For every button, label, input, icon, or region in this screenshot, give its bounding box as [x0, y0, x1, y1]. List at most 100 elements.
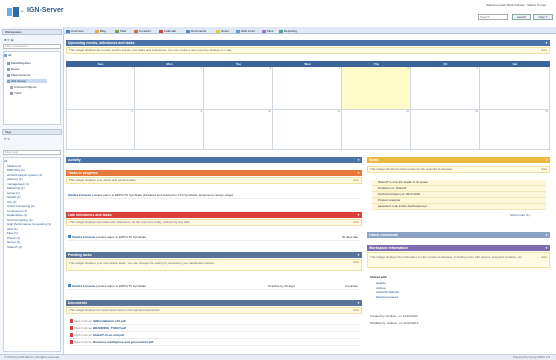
footer: © 2013 by IGN-Server. All rights reserve… — [0, 354, 556, 360]
calendar-widget-header[interactable]: Upcoming events, milestones and tasks ▼ — [66, 40, 550, 46]
tags-panel-title[interactable]: Tags — [2, 129, 62, 135]
pending-tasks-header[interactable]: Pending tasks ▼ — [66, 252, 362, 258]
tab-notes[interactable]: Notes — [216, 28, 229, 34]
tab-web-links[interactable]: Web Links — [236, 28, 255, 34]
tags-toolbar[interactable]: ⟳ ✎ — [4, 137, 10, 141]
tab-contacts[interactable]: Contacts — [134, 28, 151, 34]
task-icon — [68, 235, 71, 238]
workspace-info-header[interactable]: Workspace information ▼ — [367, 245, 550, 251]
calendar-day-cell[interactable]: 12 — [342, 110, 411, 150]
collapse-icon[interactable]: ▼ — [357, 212, 360, 218]
user-greeting[interactable]: Welcome back Mark Fullman · Mark's Corne… — [486, 3, 548, 7]
collapse-icon[interactable]: ▼ — [357, 252, 360, 258]
task-icon — [115, 29, 119, 33]
workspace-item[interactable]: Mark/MegaNet — [7, 61, 31, 65]
collapse-icon[interactable]: ▼ — [357, 170, 360, 176]
calendar-day-cell[interactable]: 2 — [135, 67, 204, 110]
notes-description: This widget shows the latest notes for t… — [367, 166, 550, 173]
document-row[interactable]: Mark Fullman Business intelligence and g… — [70, 339, 360, 346]
calendar-day-cell[interactable]: 7 — [480, 67, 550, 110]
hide-link[interactable]: Hide — [541, 48, 547, 53]
help-button[interactable]: Help ? — [533, 14, 553, 20]
tag-item[interactable]: ShareIT (1) — [4, 245, 60, 250]
activity-widget-header[interactable]: Activity ▼ — [66, 157, 362, 163]
workspace-item[interactable]: Trash — [10, 91, 22, 95]
footer-powered-by[interactable]: Powered by Feng Office 2.3 — [513, 355, 550, 360]
document-row[interactable]: Mark Fullman ShareIT-V.ron.nml.pdf — [70, 332, 360, 339]
workspace-item[interactable]: Archived Objects — [10, 85, 37, 89]
workspace-item[interactable]: Books — [7, 67, 19, 71]
collapse-icon[interactable]: ▼ — [357, 157, 360, 163]
calendar-day-cell-today[interactable]: 5 — [342, 67, 411, 110]
collapse-icon[interactable]: ▼ — [545, 245, 548, 251]
tag-filter-input[interactable]: Filter tags — [3, 150, 61, 155]
logo-icon — [7, 7, 19, 17]
collapse-icon[interactable]: ▼ — [545, 40, 548, 46]
pending-task-row[interactable]: Sandra Fonseca preview paper to ERP/CTS … — [68, 284, 360, 290]
calendar-day-cell[interactable]: 10 — [204, 110, 273, 150]
document-row[interactable]: Mark Fullman IGNinstallation v10.pdf — [70, 318, 360, 325]
show-more-notes-link[interactable]: Show more (1) — [510, 213, 530, 217]
late-milestones-header[interactable]: Late milestones and tasks ▼ — [66, 212, 362, 218]
created-by-text: Created by: Andrea - on 12/10/2012 — [370, 314, 418, 318]
calendar-day-cell[interactable]: 9 — [135, 110, 204, 150]
latest-comments-header[interactable]: Latest comments ▼ — [367, 232, 550, 238]
tab-reporting[interactable]: Reporting — [279, 28, 297, 34]
tab-task[interactable]: Task — [115, 28, 126, 34]
pdf-icon — [70, 333, 73, 337]
hide-link[interactable]: Hide — [353, 260, 359, 264]
workspaces-panel-title[interactable]: Workspaces — [2, 29, 62, 35]
tab-documents[interactable]: Documents — [186, 28, 206, 34]
archive-icon — [10, 85, 13, 89]
hide-link[interactable]: Hide — [353, 220, 359, 225]
hide-link[interactable]: Hide — [541, 167, 547, 172]
calendar-day-cell[interactable]: 4 — [273, 67, 342, 110]
tasks-in-progress-header[interactable]: Tasks in progress ▼ — [66, 170, 362, 176]
hide-link[interactable]: Hide — [353, 178, 359, 183]
task-row[interactable]: Sandra Fonseca preview paper to ERP/CTS … — [68, 193, 360, 199]
task-icon — [68, 284, 71, 287]
hide-link[interactable]: Hide — [541, 255, 547, 259]
calendar-day-cell[interactable]: 3 — [204, 67, 273, 110]
late-task-row[interactable]: Sandra Fonseca preview paper to ERP/CTS … — [68, 235, 360, 241]
notes-widget-header[interactable]: Notes ▼ — [367, 157, 550, 163]
workspace-item-selected[interactable]: IGN-Server — [7, 79, 47, 83]
calendar-day-cell[interactable]: 8 — [66, 110, 135, 150]
documents-widget-header[interactable]: Documents ▼ — [66, 300, 362, 306]
logo-text: IGN-Server — [27, 7, 64, 14]
documents-icon — [186, 29, 190, 33]
document-row[interactable]: Mark Fullman BRANDING_TODAY.pdf — [70, 325, 360, 332]
tab-overview[interactable]: Overview — [66, 28, 84, 34]
notes-icon — [216, 29, 220, 33]
folder-icon — [7, 73, 10, 77]
calendar-day-cell[interactable]: 11 — [273, 110, 342, 150]
tab-files[interactable]: Files — [262, 28, 273, 34]
note-item[interactable]: password: look inside dashboard.sys — [372, 204, 546, 210]
blog-icon — [95, 29, 99, 33]
notes-list: ShareIT is now the leader in its space P… — [372, 180, 546, 210]
late-milestones-description: This widget displays late tasks and mile… — [66, 219, 362, 226]
collapse-icon[interactable]: ▼ — [545, 157, 548, 163]
collapse-icon[interactable]: ▼ — [545, 232, 548, 238]
shared-user[interactable]: Sandra Fonseca — [376, 295, 456, 300]
folder-icon — [7, 79, 10, 83]
calendar-widget-description: This widget displays the current week's … — [66, 47, 550, 54]
contacts-icon — [134, 29, 138, 33]
calendar-day-cell[interactable]: 14 — [480, 110, 550, 150]
workspace-item[interactable]: All — [4, 53, 11, 57]
calendar-day-cell[interactable]: 6 — [411, 67, 480, 110]
collapse-icon[interactable]: ▼ — [357, 300, 360, 306]
tab-blog[interactable]: Blog — [95, 28, 106, 34]
search-button[interactable]: search — [512, 14, 531, 20]
top-header — [0, 0, 556, 26]
search-input[interactable]: Search... — [478, 14, 508, 20]
calendar-day-cell[interactable]: 1 — [66, 67, 135, 110]
tab-calendar[interactable]: Calendar — [159, 28, 176, 34]
workspace-item[interactable]: Mark Personal — [7, 73, 30, 77]
pdf-icon — [70, 319, 73, 323]
workspaces-toolbar[interactable]: ✚ ⟳ ▤ — [4, 38, 14, 42]
workspace-info-description: This widget displays the information for… — [367, 252, 550, 268]
calendar-day-cell[interactable]: 13 — [411, 110, 480, 150]
workspace-filter-input[interactable]: Filter workspaces — [3, 44, 61, 49]
hide-link[interactable]: Hide — [353, 308, 359, 313]
